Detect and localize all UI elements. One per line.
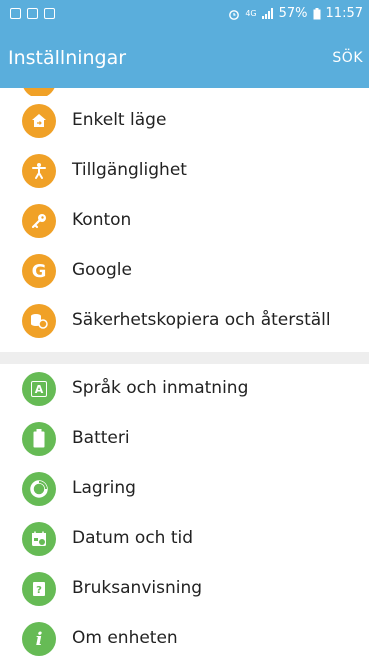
image-notification-icon: [10, 8, 21, 19]
signal-icon: [261, 8, 273, 19]
screenshot-notification-icon: [44, 8, 55, 19]
settings-item-label: Datum och tid: [72, 528, 194, 548]
calendar-icon: [22, 522, 56, 556]
settings-item-label: Språk och inmatning: [72, 378, 249, 398]
language-icon: A: [22, 372, 56, 406]
page-title: Inställningar: [8, 47, 127, 69]
key-icon: [22, 204, 56, 238]
search-button[interactable]: SÖK: [332, 50, 363, 66]
home-mode-icon: [22, 104, 56, 138]
list-item-partial[interactable]: [0, 88, 369, 96]
settings-item-label: Batteri: [72, 428, 130, 448]
partial-item-icon: [22, 88, 56, 96]
settings-item-battery[interactable]: Batteri: [0, 414, 369, 464]
settings-item-about-device[interactable]: i Om enheten: [0, 614, 369, 664]
settings-item-label: Lagring: [72, 478, 136, 498]
status-bar: 4G 57% 11:57: [0, 0, 369, 30]
backup-icon: [22, 304, 56, 338]
storage-icon: [22, 472, 56, 506]
network-type: 4G: [245, 9, 257, 18]
settings-item-date-time[interactable]: Datum och tid: [0, 514, 369, 564]
alarm-icon: [229, 9, 240, 20]
settings-item-accounts[interactable]: Konton: [0, 196, 369, 246]
settings-item-backup[interactable]: Säkerhetskopiera och återställ: [0, 296, 369, 346]
info-icon: i: [22, 622, 56, 656]
app-bar: Inställningar SÖK: [0, 30, 369, 88]
settings-item-label: Bruksanvisning: [72, 578, 203, 598]
google-icon: G: [22, 254, 56, 288]
status-indicators: 4G 57% 11:57: [228, 6, 363, 21]
battery-icon: [22, 422, 56, 456]
settings-item-google[interactable]: G Google: [0, 246, 369, 296]
clock: 11:57: [325, 6, 363, 21]
settings-item-accessibility[interactable]: Tillgänglighet: [0, 146, 369, 196]
accessibility-icon: [22, 154, 56, 188]
settings-list: Enkelt läge Tillgänglighet Konton G Goog…: [0, 88, 369, 664]
battery-status-icon: [313, 7, 321, 19]
manual-icon: ?: [22, 572, 56, 606]
settings-item-label: Om enheten: [72, 628, 178, 648]
settings-item-label: Enkelt läge: [72, 110, 167, 130]
settings-item-user-manual[interactable]: ? Bruksanvisning: [0, 564, 369, 614]
notification-icons: [10, 8, 55, 19]
picture-notification-icon: [27, 8, 38, 19]
settings-item-storage[interactable]: Lagring: [0, 464, 369, 514]
settings-item-label: Konton: [72, 210, 132, 230]
settings-item-easy-mode[interactable]: Enkelt läge: [0, 96, 369, 146]
battery-percent: 57%: [278, 6, 308, 21]
settings-item-label: Tillgänglighet: [72, 160, 187, 180]
section-divider: [0, 352, 369, 364]
svg-text:?: ?: [36, 585, 42, 596]
settings-item-label: Säkerhetskopiera och återställ: [72, 310, 331, 330]
settings-item-label: Google: [72, 260, 132, 280]
settings-item-language-input[interactable]: A Språk och inmatning: [0, 364, 369, 414]
